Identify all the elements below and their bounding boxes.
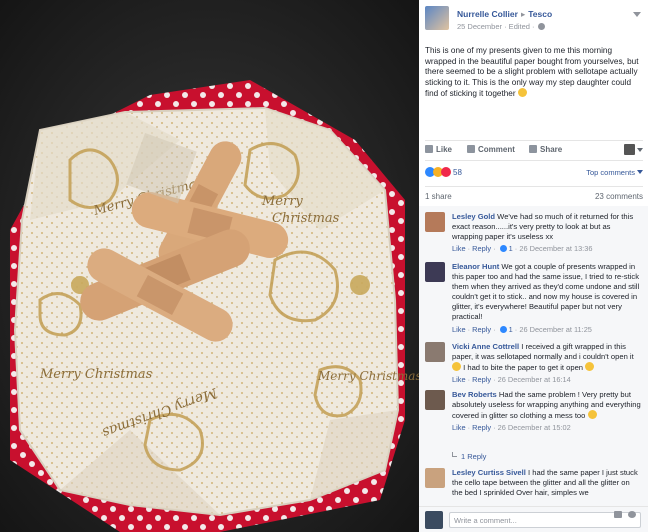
comment-count[interactable]: 23 comments	[595, 192, 643, 201]
comment-like-count[interactable]: 1	[509, 244, 513, 253]
share-arrow-icon	[529, 145, 537, 153]
comment-body: Vicki Anne Cottrell I received a gift wr…	[452, 342, 642, 385]
laughing-emoji-icon	[517, 88, 527, 98]
paper-print-text-2: Merry	[261, 194, 303, 209]
commenter-name[interactable]: Lesley Curtiss Sivell	[452, 468, 526, 477]
divider	[425, 140, 643, 141]
comment-time[interactable]: 26 December at 16:14	[498, 375, 571, 384]
worried-emoji-icon	[587, 410, 597, 420]
post-meta: 25 December · Edited ·	[457, 22, 545, 31]
author-name-link[interactable]: Nurrelle Collier	[457, 9, 518, 19]
comment-like-link[interactable]: Like	[452, 325, 466, 334]
comment-reply-link[interactable]: Reply	[472, 375, 491, 384]
like-count-icon	[499, 245, 507, 253]
replies-count: 1 Reply	[461, 452, 487, 461]
share-as-avatar[interactable]	[624, 144, 635, 155]
post-stats: 1 share 23 comments	[425, 192, 643, 204]
top-comments-label: Top comments	[586, 168, 635, 177]
divider	[425, 160, 643, 161]
post-body: This is one of my presents given to me t…	[425, 46, 643, 100]
paper-print-text-3: Christmas	[272, 211, 340, 226]
love-reaction-icon[interactable]	[441, 167, 451, 177]
comment-like-link[interactable]: Like	[452, 375, 466, 384]
view-replies-link[interactable]: 1 Reply	[452, 452, 486, 461]
viewer-avatar	[425, 511, 443, 529]
comment-body: Lesley Curtiss Sivell I had the same pap…	[452, 468, 642, 498]
reply-arrow-icon	[452, 452, 457, 457]
post-author-line: Nurrelle Collier ▸ Tesco	[457, 9, 552, 20]
post-timestamp[interactable]: 25 December · Edited ·	[457, 22, 535, 31]
comment-composer: Write a comment...	[419, 506, 648, 532]
comment-like-count[interactable]: 1	[509, 325, 513, 334]
comment-icon	[467, 145, 475, 153]
like-count-icon	[499, 325, 507, 333]
commenter-avatar[interactable]	[425, 468, 445, 488]
svg-text:Merry Christmas: Merry Christmas	[317, 369, 419, 383]
comment-like-link[interactable]: Like	[452, 423, 466, 432]
post-text: This is one of my presents given to me t…	[425, 46, 639, 99]
wrapped-present-image: Merry Christmas Merry Christmas Merry Ch…	[0, 0, 419, 532]
comment-time[interactable]: 26 December at 11:25	[519, 325, 592, 334]
thumbs-up-icon	[425, 145, 433, 153]
top-comments-dropdown[interactable]: Top comments	[586, 168, 643, 177]
comment-reply-link[interactable]: Reply	[472, 244, 491, 253]
comment-label: Comment	[478, 145, 515, 154]
comment-body: Lesley Gold We've had so much of it retu…	[452, 212, 642, 254]
comment-time[interactable]: 26 December at 13:36	[519, 244, 592, 253]
comment-button[interactable]: Comment	[467, 145, 515, 154]
chevron-down-icon[interactable]	[637, 148, 643, 152]
comment-reply-link[interactable]: Reply	[472, 423, 491, 432]
comments-list: Lesley Gold We've had so much of it retu…	[419, 206, 648, 506]
post-options-chevron-icon[interactable]	[633, 12, 641, 17]
globe-icon	[537, 23, 545, 30]
post-header: Nurrelle Collier ▸ Tesco 25 December · Edi…	[425, 6, 643, 36]
commenter-avatar[interactable]	[425, 262, 445, 282]
target-page-link[interactable]: Tesco	[528, 9, 552, 19]
like-label: Like	[436, 145, 453, 154]
commenter-name[interactable]: Lesley Gold	[452, 212, 495, 221]
caret-down-icon	[637, 170, 643, 174]
comment-reply-link[interactable]: Reply	[472, 325, 491, 334]
post-panel: Nurrelle Collier ▸ Tesco 25 December · Edi…	[419, 0, 648, 532]
share-button[interactable]: Share	[529, 145, 562, 154]
commenter-name[interactable]: Vicki Anne Cottrell	[452, 342, 519, 351]
camera-icon[interactable]	[614, 511, 622, 518]
divider	[425, 186, 643, 187]
arrow-icon: ▸	[520, 9, 526, 19]
commenter-avatar[interactable]	[425, 212, 445, 232]
post-actions: Like Comment Share	[425, 144, 643, 158]
comment-footer: Like · Reply · 1 · 26 December at 11:25	[452, 324, 592, 334]
author-avatar[interactable]	[425, 6, 449, 30]
comment-body: Bev Roberts Had the same problem ! Very …	[452, 390, 642, 433]
commenter-avatar[interactable]	[425, 342, 445, 362]
comment-footer: Like · Reply · 1 · 26 December at 13:36	[452, 244, 593, 254]
comment-body: Eleanor Hunt We got a couple of presents…	[452, 262, 642, 335]
like-button[interactable]: Like	[425, 145, 452, 154]
share-count[interactable]: 1 share	[425, 192, 452, 201]
post-photo[interactable]: Merry Christmas Merry Christmas Merry Ch…	[0, 0, 419, 532]
emoji-picker-icon[interactable]	[628, 511, 636, 518]
comment-time[interactable]: 26 December at 15:02	[498, 423, 571, 432]
comment-like-link[interactable]: Like	[452, 244, 466, 253]
commenter-name[interactable]: Bev Roberts	[452, 390, 497, 399]
laughing-emoji-icon	[452, 362, 461, 372]
paper-print-text-4: Merry Christmas	[39, 367, 153, 382]
comment-footer: Like · Reply · 26 December at 16:14	[452, 375, 571, 385]
comment-footer: Like · Reply · 26 December at 15:02	[452, 423, 571, 433]
reaction-count[interactable]: 58	[453, 168, 462, 177]
commenter-avatar[interactable]	[425, 390, 445, 410]
comment-text-continued: I had to bite the paper to get it open	[463, 363, 584, 373]
share-label: Share	[540, 145, 563, 154]
laughing-emoji-icon	[585, 362, 595, 372]
commenter-name[interactable]: Eleanor Hunt	[452, 262, 499, 271]
comment-input[interactable]: Write a comment...	[449, 512, 641, 528]
reactions-row: 58 Top comments	[425, 166, 643, 180]
